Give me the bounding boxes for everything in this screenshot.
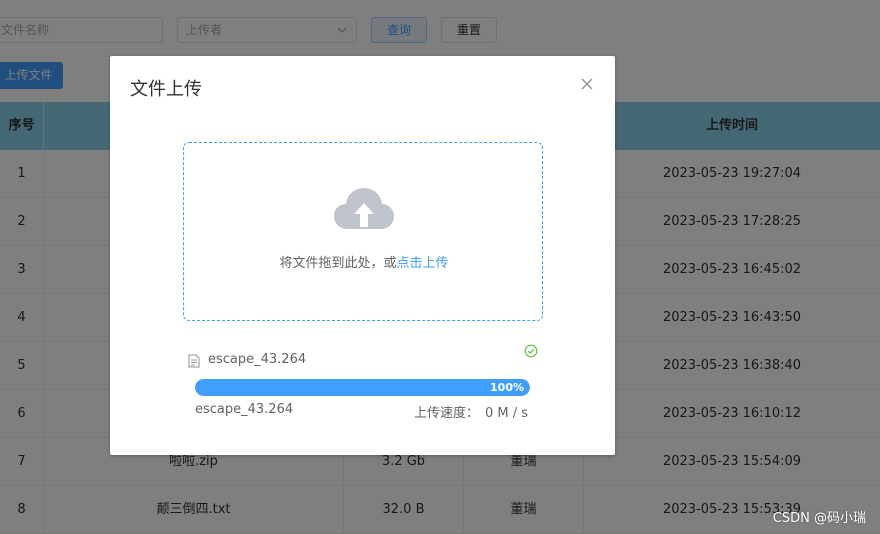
upload-dropzone[interactable]: 将文件拖到此处，或点击上传: [183, 142, 543, 321]
watermark: CSDN @码小瑞: [772, 511, 866, 526]
upload-dialog: 文件上传 将文件拖到此处，或点击上传 escape_43.264 100% es…: [110, 56, 615, 455]
upload-speed-label: 上传速度：: [414, 406, 480, 421]
progress-percent-text: 100%: [490, 381, 524, 394]
upload-speed: 上传速度： 0 M / s: [414, 402, 528, 421]
dialog-title: 文件上传: [130, 79, 202, 100]
upload-progress-bar: 100%: [195, 379, 530, 396]
uploaded-file-name: escape_43.264: [208, 352, 307, 367]
document-icon: [188, 354, 200, 368]
progress-fill: [195, 379, 530, 396]
success-check-icon: [524, 344, 538, 358]
uploaded-file-item[interactable]: escape_43.264: [188, 344, 538, 372]
click-upload-link[interactable]: 点击上传: [397, 256, 449, 271]
dropzone-text: 将文件拖到此处，或点击上传: [184, 252, 544, 271]
upload-cloud-icon: [334, 188, 394, 229]
progress-file-name: escape_43.264: [195, 402, 294, 417]
dropzone-hint: 将文件拖到此处，或: [279, 256, 397, 271]
close-icon[interactable]: [580, 77, 594, 91]
upload-speed-value: 0 M / s: [485, 406, 529, 421]
